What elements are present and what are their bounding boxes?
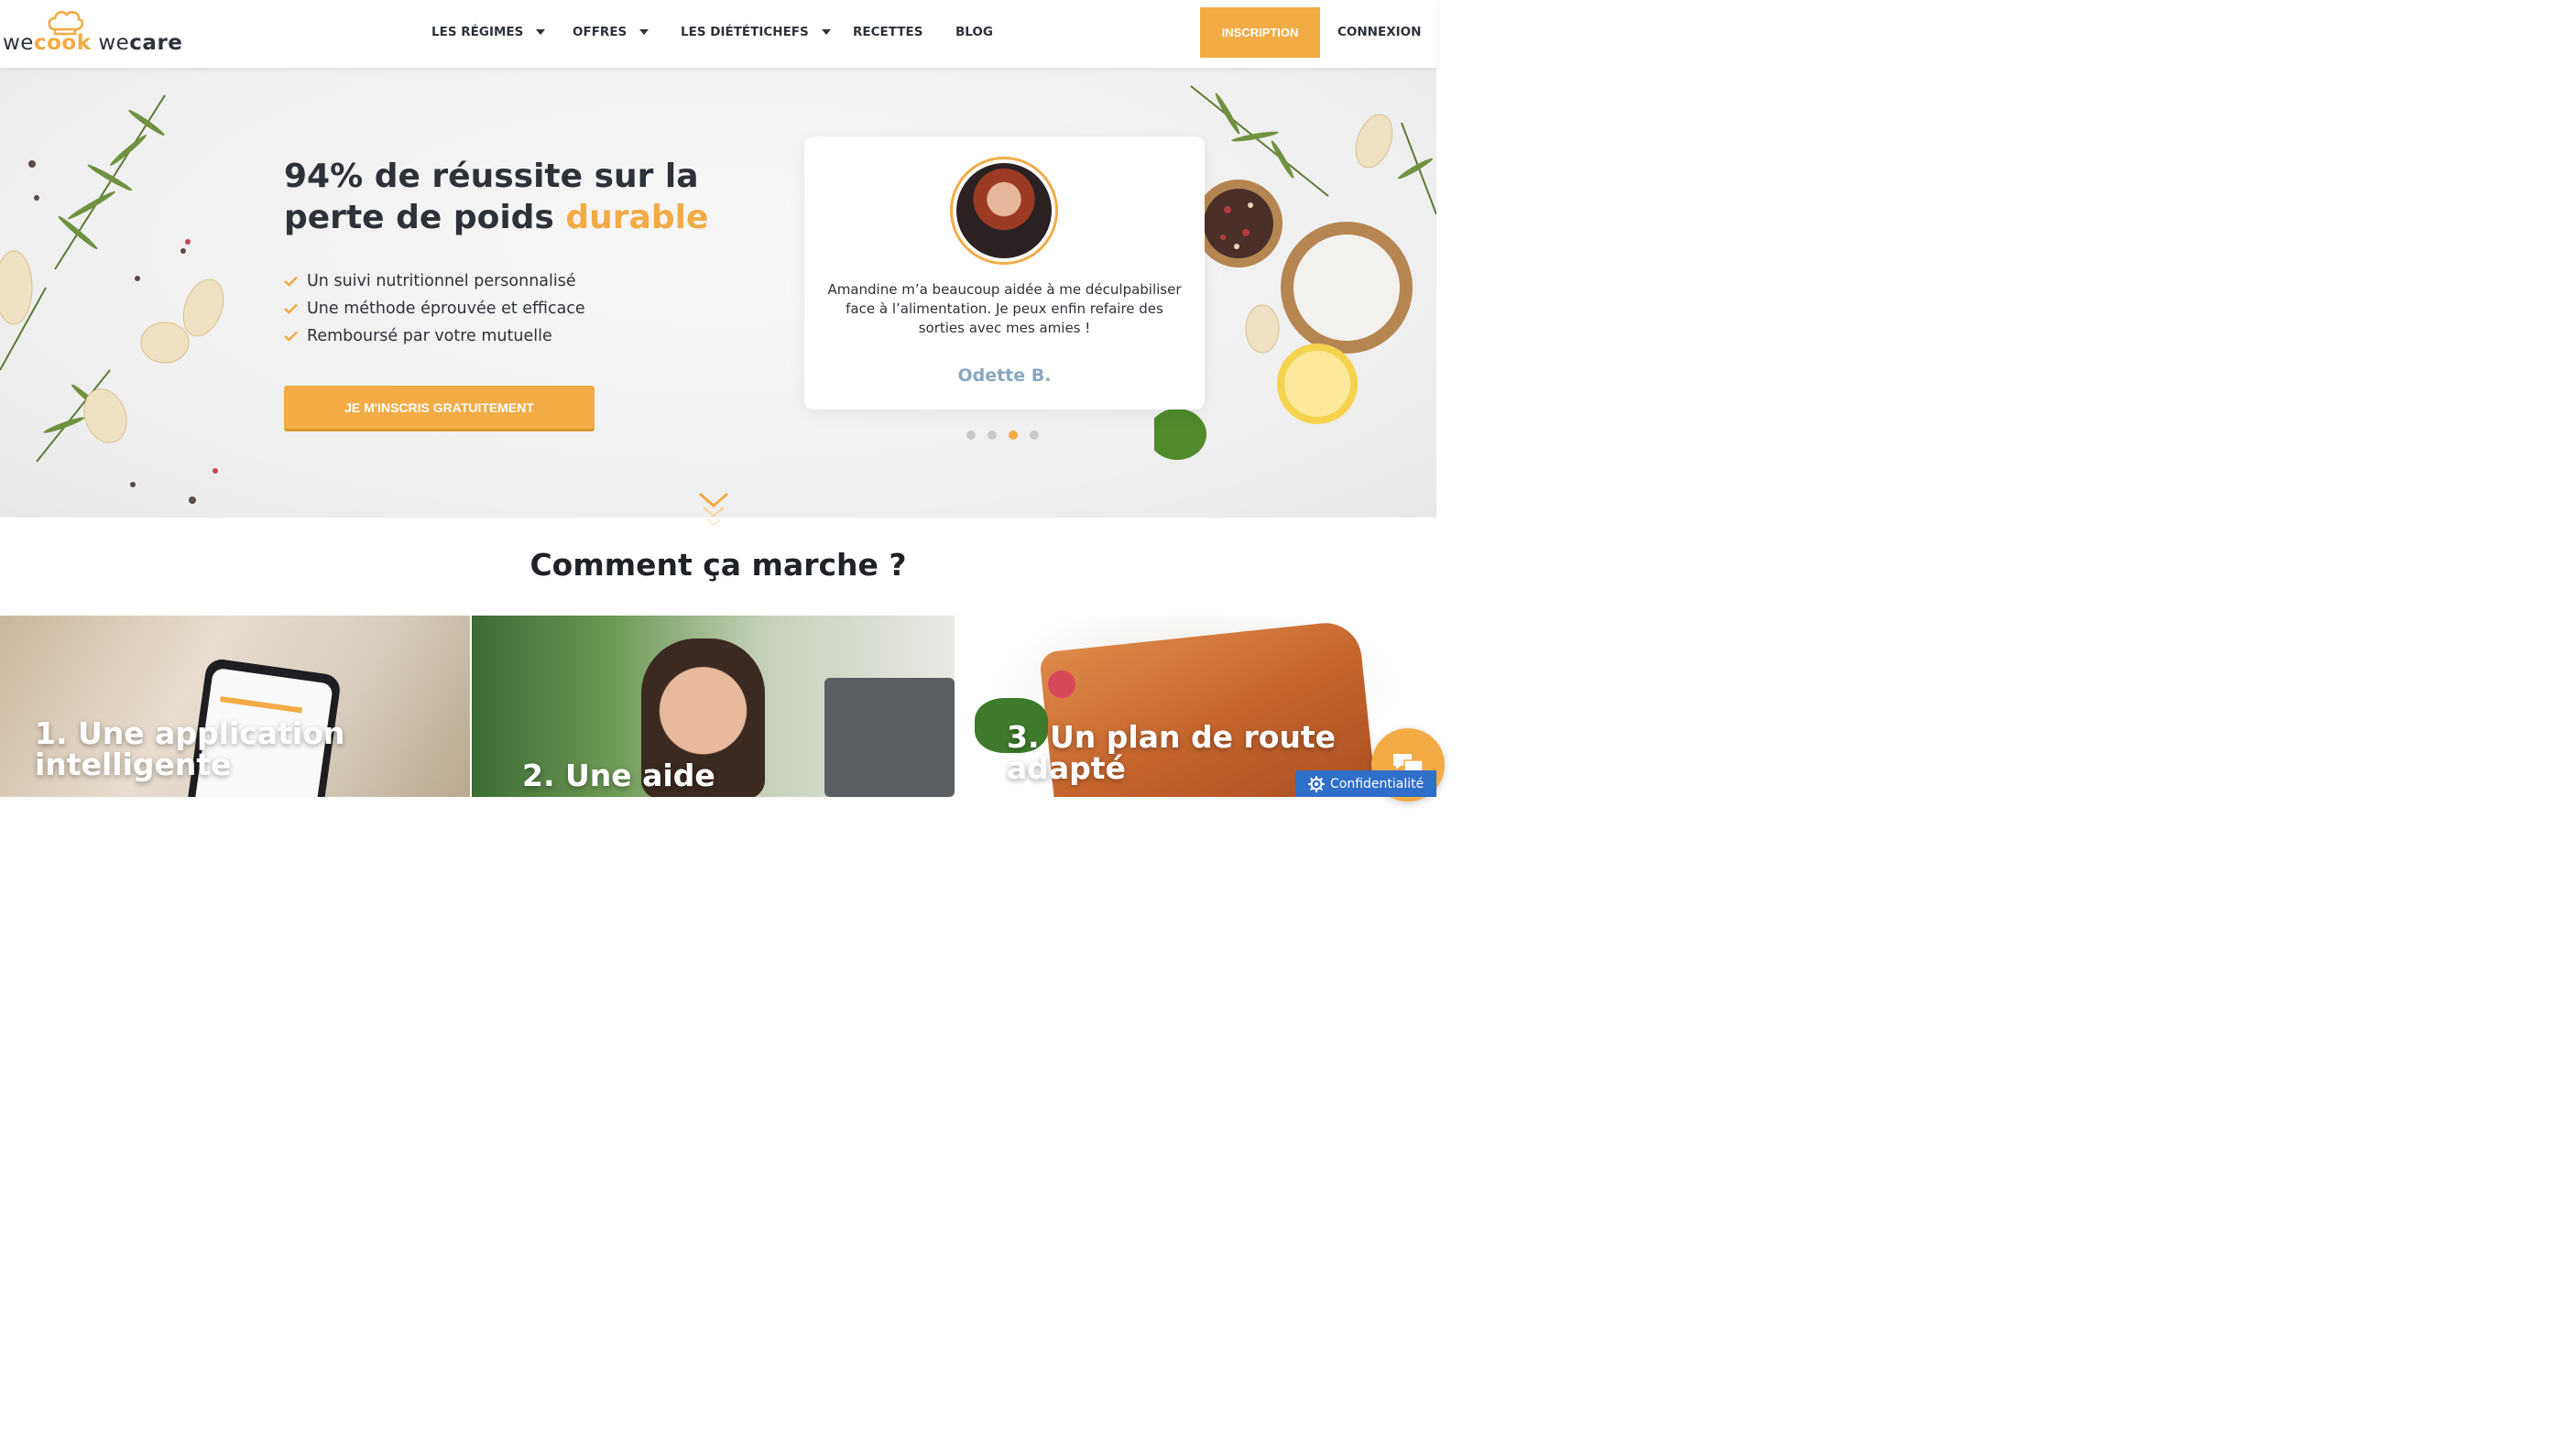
nav-item-regimes[interactable]: LES RÉGIMES — [431, 25, 546, 39]
nav-item-recettes[interactable]: RECETTES — [853, 25, 922, 39]
check-icon — [284, 331, 298, 342]
connexion-link[interactable]: CONNEXION — [1337, 25, 1421, 39]
testimonial-author: Odette B. — [957, 365, 1052, 386]
list-item: Remboursé par votre mutuelle — [284, 322, 585, 350]
inscription-button[interactable]: INSCRIPTION — [1200, 7, 1320, 58]
hero-section: 94% de réussite sur la perte de poids du… — [0, 68, 1436, 518]
carousel-dot-active[interactable] — [1009, 431, 1018, 440]
benefits-list: Un suivi nutritionnel personnalisé Une m… — [284, 267, 585, 350]
gear-icon — [1308, 775, 1325, 792]
hero-title: 94% de réussite sur la perte de poids du… — [284, 158, 709, 236]
herbs-decoration-left — [0, 94, 224, 504]
nav-item-blog[interactable]: BLOG — [955, 25, 993, 39]
carousel-dot[interactable] — [1030, 431, 1039, 440]
nav-item-label: LES DIÉTÉTICHEFS — [681, 25, 809, 39]
step-card-title: 1. Une application intelligente — [35, 715, 345, 782]
check-icon — [284, 276, 298, 287]
nav-item-label: RECETTES — [853, 25, 923, 39]
testimonial-card: Amandine m’a beaucoup aidée à me déculpa… — [804, 136, 1205, 409]
step-card-support[interactable]: 2. Une aide — [472, 616, 955, 797]
section-title: Comment ça marche ? — [529, 547, 907, 583]
privacy-label: Confidentialité — [1330, 776, 1424, 791]
nav-item-label: BLOG — [955, 25, 993, 39]
site-header: wecook wecare LES RÉGIMES OFFRES LES DIÉ… — [0, 0, 1436, 68]
chevron-down-icon — [639, 29, 649, 35]
chevron-down-icon — [821, 29, 831, 35]
carousel-dots — [966, 431, 1039, 440]
list-item: Un suivi nutritionnel personnalisé — [284, 267, 585, 295]
signup-cta-button[interactable]: JE M'INSCRIS GRATUITEMENT — [284, 386, 595, 431]
nav-item-label: OFFRES — [573, 25, 628, 39]
nav-item-dieteticiens[interactable]: LES DIÉTÉTICHEFS — [681, 25, 831, 39]
nav-item-label: LES RÉGIMES — [431, 25, 524, 39]
carousel-dot[interactable] — [966, 431, 976, 440]
chevron-down-icon — [536, 29, 546, 35]
step-card-app[interactable]: 1. Une application intelligente — [0, 616, 470, 797]
privacy-settings-button[interactable]: Confidentialité — [1295, 770, 1436, 797]
step-card-title: 2. Une aide — [522, 758, 715, 793]
check-icon — [284, 303, 298, 314]
list-item: Une méthode éprouvée et efficace — [284, 295, 585, 322]
testimonial-quote: Amandine m’a beaucoup aidée à me déculpa… — [827, 281, 1182, 336]
hero-title-accent: durable — [565, 199, 709, 236]
double-chevron-down-icon[interactable] — [698, 491, 729, 528]
carousel-dot[interactable] — [988, 431, 997, 440]
nav-item-offres[interactable]: OFFRES — [573, 25, 649, 39]
avatar — [950, 157, 1058, 265]
